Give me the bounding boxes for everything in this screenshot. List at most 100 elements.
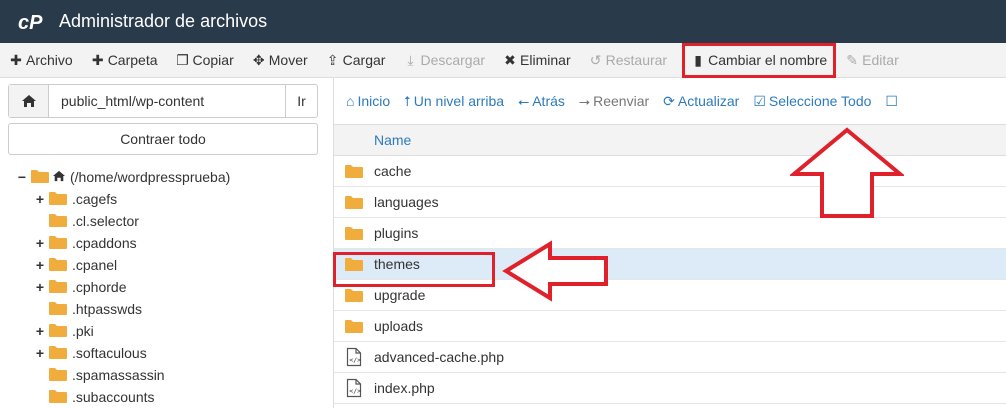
folder-icon (48, 366, 68, 385)
tree-item-label: .cagefs (72, 191, 118, 207)
up-level-label: Un nivel arriba (413, 93, 505, 109)
undo-icon: ↺ (589, 51, 602, 68)
back-label: Atrás (532, 93, 565, 109)
file-name: upgrade (374, 287, 426, 303)
rename-button[interactable]: ▮ Cambiar el nombre (682, 42, 837, 78)
select-all-label: Seleccione Todo (768, 93, 872, 109)
copy-button[interactable]: ❐ Copiar (167, 43, 243, 78)
up-level-button[interactable]: ⭡ Un nivel arriba (402, 93, 516, 110)
expand-toggle-icon[interactable]: + (34, 279, 46, 295)
tree-item-label: .htpasswds (72, 301, 143, 317)
empty-checkbox-icon: ☐ (885, 92, 898, 109)
select-all-button[interactable]: ☑ Seleccione Todo (751, 93, 883, 110)
home-button[interactable] (9, 85, 49, 117)
folder-icon (48, 388, 68, 407)
svg-text:</>: </> (349, 387, 361, 395)
home-nav-button[interactable]: ⌂ Inicio (344, 93, 402, 109)
back-button[interactable]: ⭠ Atrás (516, 93, 577, 110)
move-button[interactable]: ✥ Mover (243, 43, 317, 78)
tree-item-label: .pki (72, 323, 94, 339)
left-panel: Ir Contraer todo − (/home/wordpressprueba… (0, 78, 325, 408)
app-title: Administrador de archivos (59, 11, 268, 31)
file-name: cache (374, 163, 412, 179)
edit-label: Editar (862, 52, 899, 68)
tree-root[interactable]: − (/home/wordpressprueba) (0, 166, 325, 188)
restore-button[interactable]: ↺ Restaurar (580, 43, 676, 78)
table-row[interactable]: uploads (334, 311, 1006, 342)
expand-toggle-icon[interactable]: + (34, 191, 46, 207)
main-toolbar: ✚ Archivo ✚ Carpeta ❐ Copiar ✥ Mover ⇪ Cargar… (0, 42, 1006, 78)
tree-item[interactable]: + .cagefs (0, 188, 325, 210)
rename-label: Cambiar el nombre (708, 52, 828, 68)
tree-item[interactable]: .cl.selector (0, 210, 325, 232)
expand-toggle-icon[interactable]: + (34, 345, 46, 361)
upload-button[interactable]: ⇪ Cargar (317, 43, 395, 78)
folder-icon (48, 322, 68, 341)
path-bar: Ir (8, 84, 318, 118)
edit-button[interactable]: ✎ Editar (836, 43, 908, 78)
file-name: advanced-cache.php (374, 349, 504, 365)
table-row[interactable]: </> advanced-cache.php (334, 342, 1006, 373)
home-nav-label: Inicio (357, 93, 391, 109)
download-button[interactable]: ⤓ Descargar (394, 43, 494, 78)
php-file-icon: </> (334, 347, 374, 367)
path-input[interactable] (49, 85, 285, 117)
themes-highlight-box (333, 252, 495, 287)
arrow-up-icon: ⭡ (404, 92, 411, 109)
arrow-right-icon: ⭢ (578, 92, 591, 109)
pencil-icon: ✎ (846, 51, 859, 68)
download-icon: ⤓ (407, 51, 414, 68)
table-row[interactable]: languages (334, 187, 1006, 218)
tree-item[interactable]: .subaccounts (0, 386, 325, 408)
collapse-all-button[interactable]: Contraer todo (8, 123, 318, 155)
expand-toggle-icon[interactable]: + (34, 235, 46, 251)
go-button[interactable]: Ir (285, 85, 317, 117)
tree-item[interactable]: + .cpaddons (0, 232, 325, 254)
folder-icon (48, 256, 68, 275)
new-file-button[interactable]: ✚ Archivo (0, 43, 82, 78)
tree-item-label: .cpaddons (72, 235, 137, 251)
arrow-left-annotation (502, 240, 608, 302)
tree-item[interactable]: + .cpanel (0, 254, 325, 276)
folder-icon (334, 287, 374, 303)
file-icon: ▮ (694, 51, 702, 68)
move-icon: ✥ (252, 51, 265, 68)
new-file-label: Archivo (26, 52, 73, 68)
file-name: languages (374, 194, 439, 210)
tree-item[interactable]: + .softaculous (0, 342, 325, 364)
delete-label: Eliminar (520, 52, 571, 68)
forward-button[interactable]: ⭢ Reenviar (577, 93, 661, 110)
table-row[interactable]: cache (334, 156, 1006, 187)
plus-icon: ✚ (10, 51, 22, 68)
tree-item-label: .spamassassin (72, 367, 165, 383)
deselect-button[interactable]: ☐ (883, 93, 913, 110)
folder-icon (48, 344, 68, 363)
new-folder-button[interactable]: ✚ Carpeta (82, 43, 167, 78)
tree-item[interactable]: .htpasswds (0, 298, 325, 320)
table-row[interactable]: plugins (334, 218, 1006, 249)
file-name: plugins (374, 225, 419, 241)
refresh-icon: ⟳ (663, 92, 675, 109)
table-row[interactable]: </> index.php (334, 373, 1006, 404)
refresh-button[interactable]: ⟳ Actualizar (661, 93, 751, 110)
home-icon (21, 95, 36, 107)
tree-item-label: .cphorde (72, 279, 127, 295)
collapse-toggle-icon[interactable]: − (16, 169, 28, 185)
tree-item[interactable]: .spamassassin (0, 364, 325, 386)
home-icon: ⌂ (346, 93, 355, 109)
name-column-header[interactable]: Name (374, 132, 411, 148)
tree-item[interactable]: + .cphorde (0, 276, 325, 298)
expand-toggle-icon[interactable]: + (34, 257, 46, 273)
folder-icon (334, 194, 374, 210)
tree-root-label: (/home/wordpressprueba) (70, 169, 231, 185)
new-folder-label: Carpeta (107, 52, 158, 68)
table-header: Name (334, 124, 1006, 156)
expand-toggle-icon[interactable]: + (34, 323, 46, 339)
tree-item[interactable]: + .pki (0, 320, 325, 342)
delete-button[interactable]: ✖ Eliminar (494, 43, 580, 78)
folder-tree: − (/home/wordpressprueba) + .cagefs .cl.sele… (0, 166, 325, 408)
close-icon: ✖ (504, 51, 516, 68)
cpanel-logo-icon[interactable]: cP (18, 10, 48, 34)
upload-label: Cargar (342, 52, 386, 68)
nav-bar: ⌂ Inicio ⭡ Un nivel arriba ⭠ Atrás ⭢ Reenvia… (334, 78, 1006, 124)
